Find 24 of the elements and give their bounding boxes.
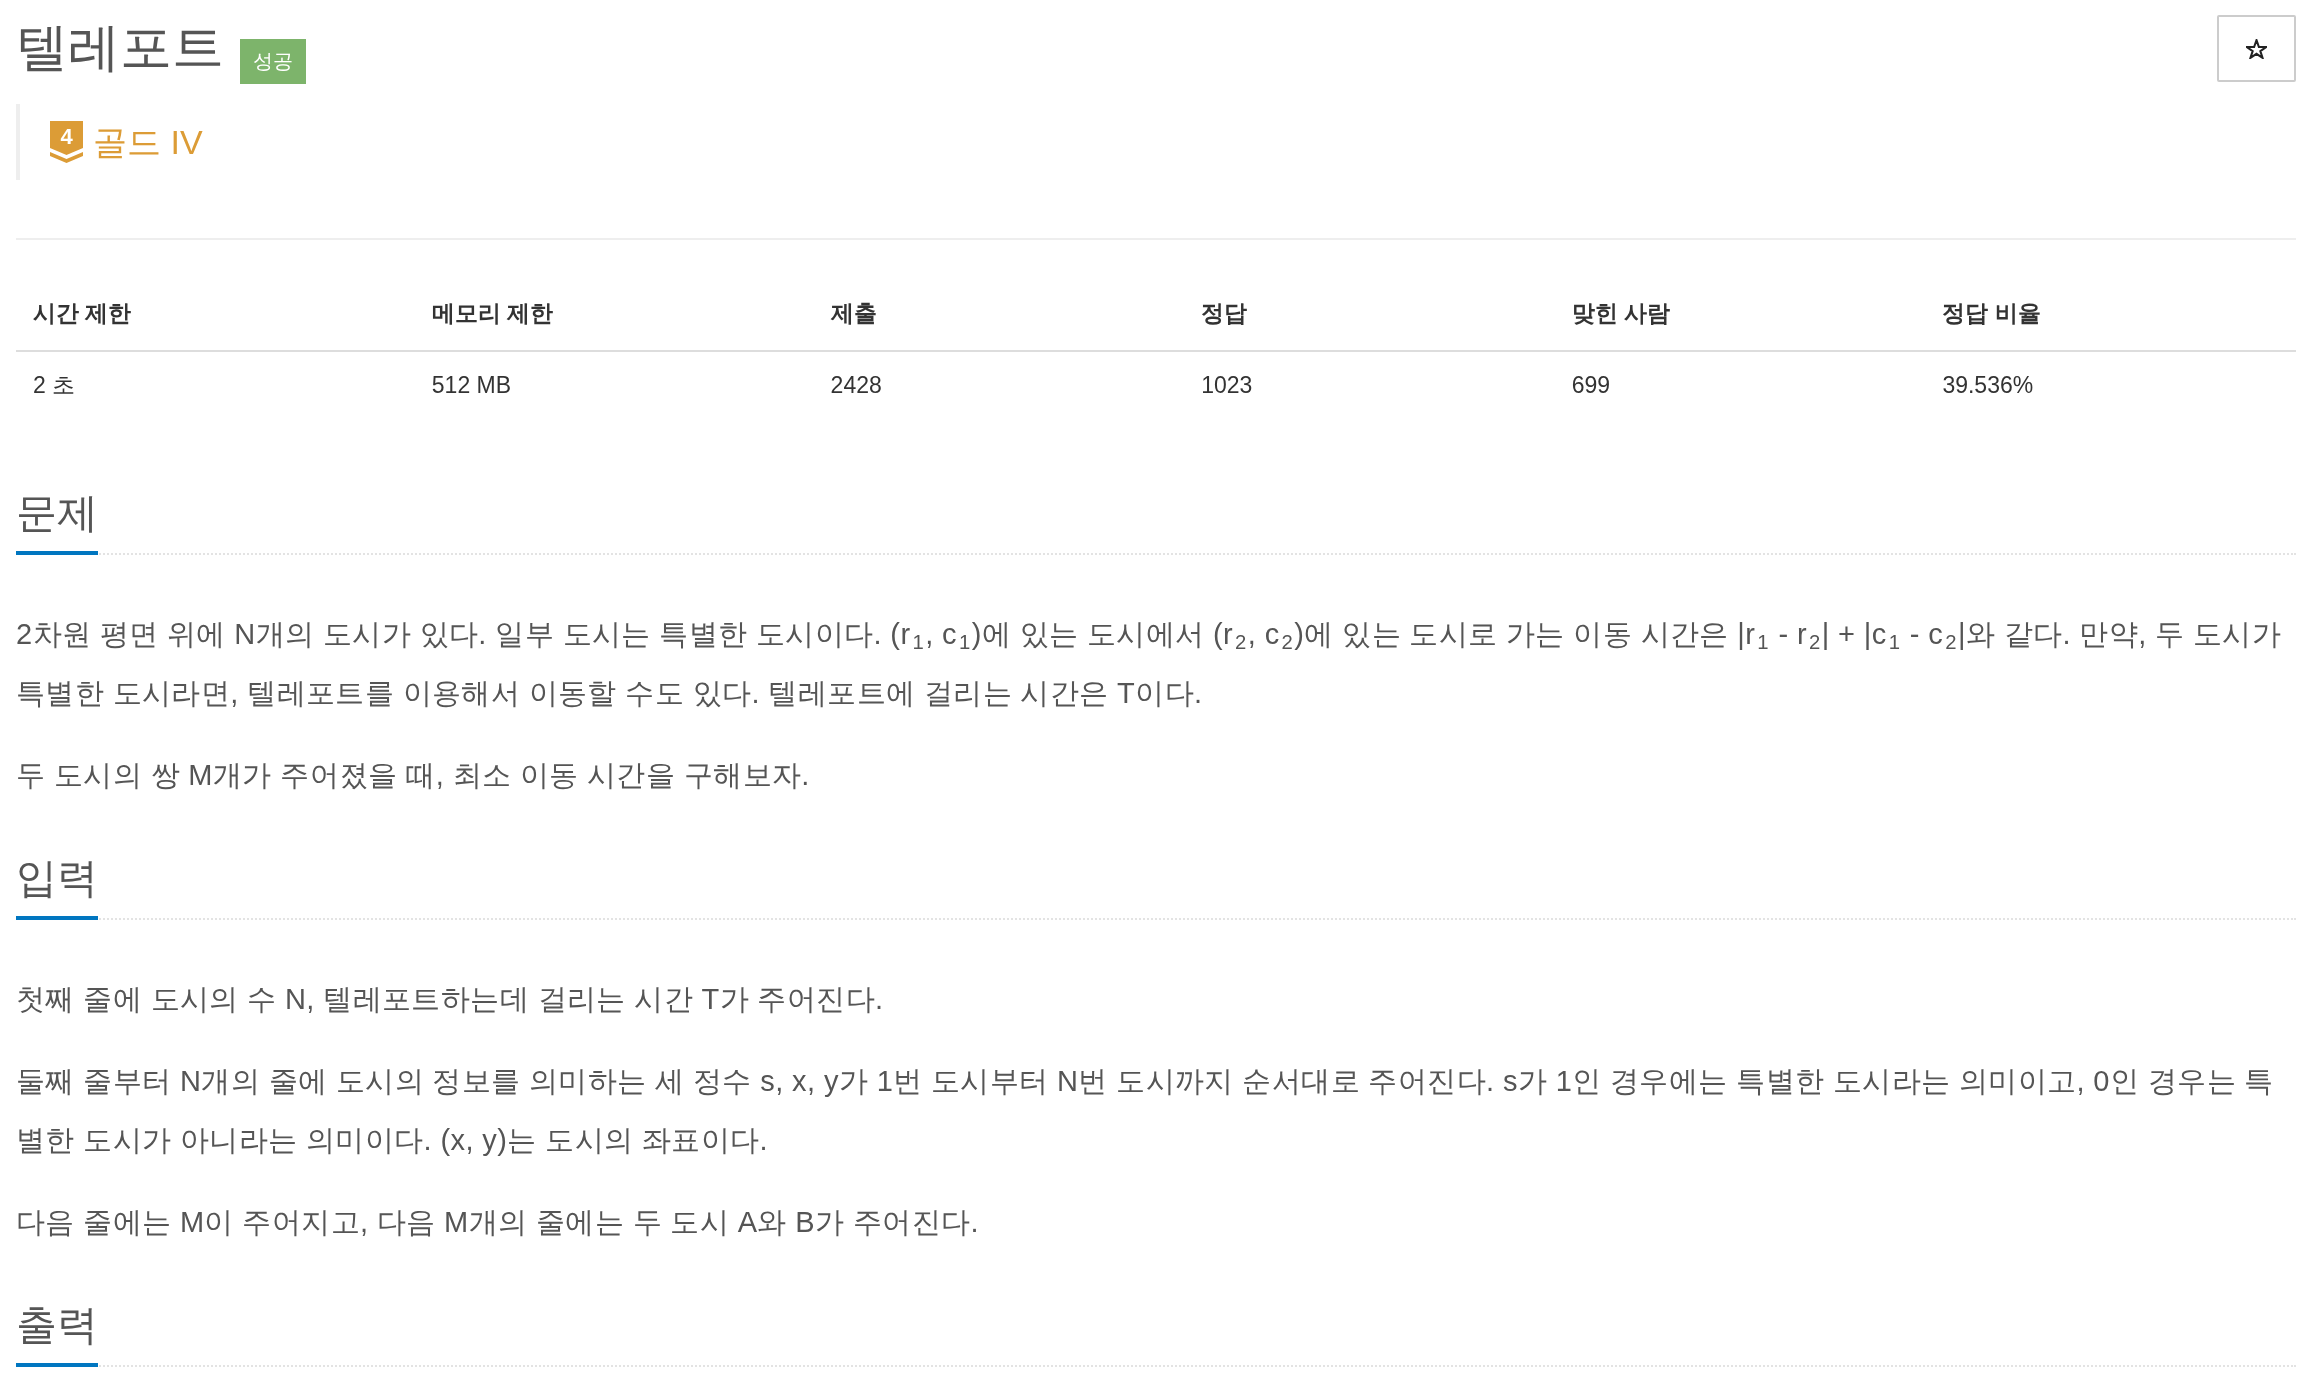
column-header: 제출 — [813, 270, 1185, 351]
description-text: 두 도시의 쌍 M개가 주어졌을 때, 최소 이동 시간을 구해보자. — [16, 758, 811, 793]
column-header: 맞힌 사람 — [1554, 270, 1926, 351]
description-text: 다음 줄에는 M이 주어지고, 다음 M개의 줄에는 두 도시 A와 B가 주어진다. — [16, 1205, 980, 1240]
section-heading: 출력 — [16, 1303, 98, 1367]
table-cell: 699 — [1554, 351, 1926, 420]
section-heading: 입력 — [16, 856, 98, 920]
result-badge: 성공 — [240, 39, 306, 84]
column-header: 시간 제한 — [16, 270, 415, 351]
favorite-button[interactable] — [2217, 15, 2296, 82]
section-heading: 문제 — [16, 491, 98, 555]
column-header: 메모리 제한 — [414, 270, 814, 351]
tier-label: 골드 IV — [93, 122, 203, 163]
description-text: 첫째 줄에 도시의 수 N, 텔레포트하는데 걸리는 시간 T가 주어진다. — [16, 982, 885, 1017]
column-header: 정답 — [1184, 270, 1555, 351]
description-text: 2차원 평면 위에 N개의 도시가 있다. 일부 도시는 특별한 도시이다. (r$_{1}$, c$_{1}$)에 있는 도시에서 (r$_{2}$, c$_{2}$)에 있는 도시로 가는 이동 시간은 |r$_{1}$ - r$_{2}$| + |c$_{1}$ - c$_{2}$|와 같다. 만약, 두 도시가 특별한 도시라면, 텔레포트를 이용해서 이동할 수도 있다. 텔레포트에 걸리는 시간은 T이다. — [16, 617, 2283, 711]
column-header: 정답 비율 — [1925, 270, 2296, 351]
description-text: 둘째 줄부터 N개의 줄에 도시의 정보를 의미하는 세 정수 s, x, y가 1번 도시부터 N번 도시까지 순서대로 주어진다. s가 1인 경우에는 특별한 도시라는 의미이고, 0인 경우는 특별한 도시가 아니라는 의미이다. (x, y)는 도시의 좌표이다. — [16, 1064, 2275, 1158]
table-cell: 2 초 — [16, 351, 415, 420]
problem-title: 텔레포트 — [16, 17, 224, 77]
table-cell: 2428 — [813, 351, 1185, 420]
table-cell: 39.536% — [1925, 351, 2296, 420]
table-cell: 1023 — [1184, 351, 1555, 420]
table-cell: 512 MB — [414, 351, 814, 420]
